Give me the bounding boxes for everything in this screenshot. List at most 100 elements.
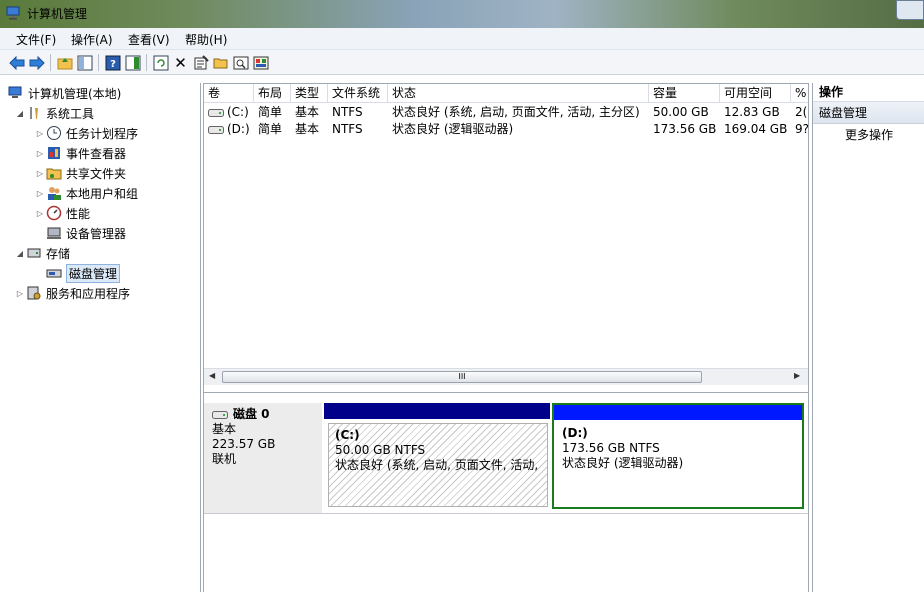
volume-drive-icon bbox=[208, 125, 224, 134]
navigation-tree: 计算机管理(本地) ◢ 系统工具 ▷ 任务计划程序 ▷ 事件查看器 ▷ 共享文件… bbox=[0, 83, 201, 592]
help-icon[interactable]: ? bbox=[104, 54, 121, 71]
volume-layout: 简单 bbox=[258, 122, 283, 136]
volume-list: 卷 布局 类型 文件系统 状态 容量 可用空间 % (C:) 简单 基本 NTF… bbox=[203, 83, 809, 393]
partition-c[interactable]: (C:) 50.00 GB NTFS 状态良好 (系统, 启动, 页面文件, 活… bbox=[324, 403, 550, 509]
window-control-button[interactable] bbox=[896, 0, 924, 20]
actions-header: 操作 bbox=[813, 83, 924, 102]
tree-item-performance[interactable]: ▷ 性能 bbox=[34, 203, 90, 223]
title-bar: 计算机管理 bbox=[0, 0, 924, 28]
partition-d-body: (D:) 173.56 GB NTFS 状态良好 (逻辑驱动器) bbox=[554, 420, 802, 477]
tree-item-local-users[interactable]: ▷ 本地用户和组 bbox=[34, 183, 138, 203]
tree-item-services[interactable]: ▷ 服务和应用程序 bbox=[14, 283, 130, 303]
volume-free-space: 169.04 GB bbox=[724, 122, 788, 136]
properties-icon[interactable] bbox=[192, 54, 209, 71]
volume-layout: 简单 bbox=[258, 105, 283, 119]
disk-state: 联机 bbox=[212, 452, 237, 466]
column-header-free-space[interactable]: 可用空间 bbox=[720, 84, 791, 103]
column-header-status[interactable]: 状态 bbox=[388, 84, 649, 103]
refresh-icon[interactable] bbox=[152, 54, 169, 71]
volume-filesystem: NTFS bbox=[332, 122, 363, 136]
volume-type: 基本 bbox=[295, 105, 320, 119]
menu-file[interactable]: 文件(F) bbox=[16, 31, 56, 48]
hard-disk-icon bbox=[212, 410, 228, 419]
disk-name: 磁盘 0 bbox=[233, 407, 270, 421]
column-header-layout[interactable]: 布局 bbox=[254, 84, 291, 103]
volume-type: 基本 bbox=[295, 122, 320, 136]
menu-view[interactable]: 查看(V) bbox=[128, 31, 170, 48]
tree-item-disk-management[interactable]: 磁盘管理 bbox=[46, 263, 121, 283]
volume-name: (D:) bbox=[227, 122, 250, 136]
column-header-capacity[interactable]: 容量 bbox=[649, 84, 720, 103]
collapsed-arrow-icon[interactable]: ▷ bbox=[34, 189, 46, 198]
menu-help[interactable]: 帮助(H) bbox=[185, 31, 227, 48]
delete-icon[interactable]: ✕ bbox=[172, 54, 189, 72]
column-header-type[interactable]: 类型 bbox=[291, 84, 328, 103]
collapsed-arrow-icon[interactable]: ▷ bbox=[34, 209, 46, 218]
tree-item-event-viewer[interactable]: ▷ 事件查看器 bbox=[34, 143, 126, 163]
shared-folder-icon bbox=[46, 168, 62, 180]
show-hide-tree-icon[interactable] bbox=[76, 54, 93, 71]
tree-item-task-scheduler[interactable]: ▷ 任务计划程序 bbox=[34, 123, 138, 143]
scroll-right-arrow-icon[interactable]: ▶ bbox=[794, 371, 800, 380]
tree-item-storage[interactable]: ◢ 存储 bbox=[14, 243, 70, 263]
computer-management-icon bbox=[6, 6, 20, 20]
partition-label: (C:) bbox=[335, 428, 360, 442]
toolbar-separator bbox=[146, 54, 147, 71]
volume-percent: 9? bbox=[795, 122, 809, 136]
collapsed-arrow-icon[interactable]: ▷ bbox=[14, 289, 26, 298]
clock-icon bbox=[47, 126, 61, 140]
partition-label: (D:) bbox=[562, 426, 588, 440]
tree-item-shared-folders[interactable]: ▷ 共享文件夹 bbox=[34, 163, 126, 183]
scroll-left-arrow-icon[interactable]: ◀ bbox=[209, 371, 215, 380]
menu-action[interactable]: 操作(A) bbox=[71, 31, 113, 48]
computer-management-icon bbox=[8, 86, 22, 98]
forward-arrow-icon[interactable] bbox=[28, 54, 45, 71]
expanded-arrow-icon[interactable]: ◢ bbox=[14, 249, 26, 258]
actions-section-disk-management[interactable]: 磁盘管理 bbox=[813, 102, 924, 124]
volume-name: (C:) bbox=[227, 105, 249, 119]
partition-status: 状态良好 (逻辑驱动器) bbox=[562, 456, 684, 470]
expanded-arrow-icon[interactable]: ◢ bbox=[14, 109, 26, 118]
disk-0-label[interactable]: 磁盘 0 基本 223.57 GB 联机 bbox=[204, 403, 322, 513]
column-header-volume[interactable]: 卷 bbox=[204, 84, 254, 103]
search-icon[interactable] bbox=[232, 54, 249, 71]
tree-item-system-tools[interactable]: ◢ 系统工具 bbox=[14, 103, 94, 123]
partition-size-fs: 173.56 GB NTFS bbox=[562, 441, 660, 455]
back-arrow-icon[interactable] bbox=[8, 54, 25, 71]
tree-item-root[interactable]: 计算机管理(本地) bbox=[8, 83, 121, 103]
volume-status: 状态良好 (逻辑驱动器) bbox=[392, 122, 514, 136]
disk-view-empty-area bbox=[204, 513, 808, 592]
collapsed-arrow-icon[interactable]: ▷ bbox=[34, 129, 46, 138]
up-folder-icon[interactable] bbox=[56, 54, 73, 71]
window-title: 计算机管理 bbox=[27, 7, 88, 21]
volume-list-header: 卷 布局 类型 文件系统 状态 容量 可用空间 % bbox=[204, 84, 808, 103]
volume-capacity: 50.00 GB bbox=[653, 105, 709, 119]
collapsed-arrow-icon[interactable]: ▷ bbox=[34, 169, 46, 178]
disk-size: 223.57 GB bbox=[212, 437, 276, 451]
volume-status: 状态良好 (系统, 启动, 页面文件, 活动, 主分区) bbox=[392, 105, 640, 119]
table-row[interactable]: (D:) 简单 基本 NTFS 状态良好 (逻辑驱动器) 173.56 GB 1… bbox=[204, 121, 808, 138]
volume-filesystem: NTFS bbox=[332, 105, 363, 119]
scrollbar-thumb[interactable]: III bbox=[222, 371, 702, 383]
storage-icon bbox=[27, 248, 41, 258]
show-hide-action-pane-icon[interactable] bbox=[124, 54, 141, 71]
table-row[interactable]: (C:) 简单 基本 NTFS 状态良好 (系统, 启动, 页面文件, 活动, … bbox=[204, 104, 808, 121]
partition-d[interactable]: (D:) 173.56 GB NTFS 状态良好 (逻辑驱动器) bbox=[552, 403, 804, 509]
more-actions-link[interactable]: 更多操作 bbox=[813, 124, 924, 146]
column-header-percent[interactable]: % bbox=[791, 84, 808, 103]
disk-management-icon bbox=[46, 269, 62, 278]
tree-item-device-manager[interactable]: 设备管理器 bbox=[46, 223, 126, 243]
partition-size-fs: 50.00 GB NTFS bbox=[335, 443, 426, 457]
toolbar-separator bbox=[98, 54, 99, 71]
actions-pane: 操作 磁盘管理 更多操作 bbox=[812, 83, 924, 592]
disk-settings-icon[interactable] bbox=[252, 54, 269, 71]
horizontal-scrollbar[interactable]: ◀ III ▶ bbox=[204, 368, 808, 385]
open-folder-icon[interactable] bbox=[212, 54, 229, 71]
collapsed-arrow-icon[interactable]: ▷ bbox=[34, 149, 46, 158]
partition-c-header-band bbox=[324, 403, 550, 419]
volume-capacity: 173.56 GB bbox=[653, 122, 717, 136]
volume-drive-icon bbox=[208, 108, 224, 117]
services-icon bbox=[27, 286, 41, 300]
toolbar-separator bbox=[50, 54, 51, 71]
column-header-filesystem[interactable]: 文件系统 bbox=[328, 84, 388, 103]
